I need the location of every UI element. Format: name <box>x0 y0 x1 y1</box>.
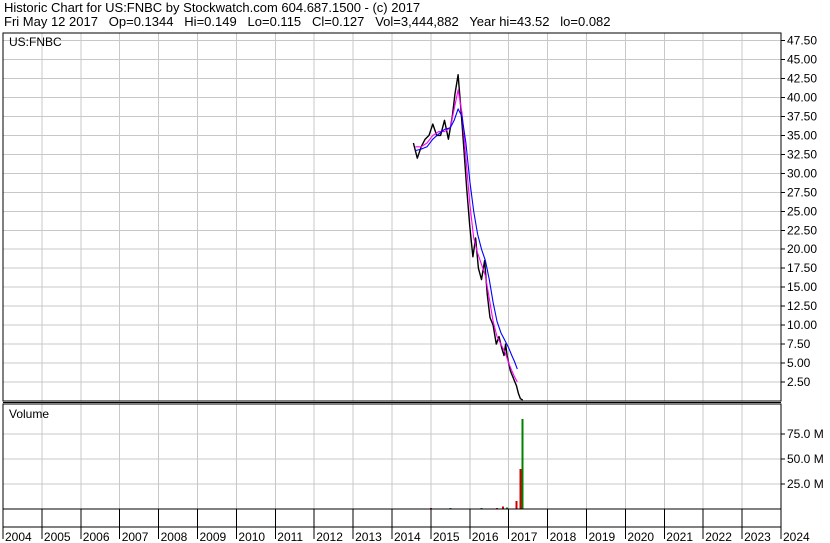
year-tick-label: 2023 <box>744 530 771 543</box>
year-tick-label: 2010 <box>238 530 265 543</box>
year-tick-label: 2008 <box>161 530 188 543</box>
year-tick-label: 2005 <box>44 530 71 543</box>
year-tick-label: 2014 <box>394 530 421 543</box>
price-tick-label: 30.00 <box>787 166 817 180</box>
year-tick-label: 2011 <box>277 530 303 543</box>
year-tick-label: 2012 <box>316 530 343 543</box>
price-tick-label: 27.50 <box>787 185 817 199</box>
price-tick-label: 15.00 <box>787 280 817 294</box>
year-tick-label: 2013 <box>355 530 382 543</box>
year-tick-label: 2018 <box>550 530 577 543</box>
volume-label: Volume <box>9 407 49 421</box>
price-line <box>412 73 524 401</box>
price-tick-label: 7.50 <box>787 337 811 351</box>
symbol-label: US:FNBC <box>9 35 62 49</box>
year-tick-label: 2004 <box>5 530 32 543</box>
volume-tick-label: 75.0 M <box>787 427 824 441</box>
price-tick-label: 20.00 <box>787 242 817 256</box>
price-tick-label: 42.50 <box>787 72 817 86</box>
year-tick-label: 2024 <box>783 530 810 543</box>
price-axis: 47.50 45.00 42.50 40.00 37.50 35.00 32.50 30.00… <box>781 34 817 389</box>
price-tick-label: 47.50 <box>787 34 817 48</box>
price-tick-label: 25.00 <box>787 204 817 218</box>
price-tick-label: 35.00 <box>787 128 817 142</box>
year-tick-label: 2020 <box>627 530 654 543</box>
year-tick-label: 2017 <box>511 530 538 543</box>
price-tick-label: 40.00 <box>787 90 817 104</box>
year-tick-label: 2016 <box>472 530 499 543</box>
year-tick-label: 2019 <box>589 530 616 543</box>
year-tick-label: 2009 <box>200 530 227 543</box>
year-tick-label: 2021 <box>666 530 693 543</box>
price-grid <box>2 33 782 401</box>
year-tick-label: 2015 <box>433 530 460 543</box>
price-tick-label: 12.50 <box>787 299 817 313</box>
price-tick-label: 5.00 <box>787 356 811 370</box>
price-tick-label: 32.50 <box>787 147 817 161</box>
volume-axis: 75.0 M 50.0 M 25.0 M <box>781 427 824 491</box>
volume-grid <box>2 404 782 509</box>
historic-chart: 47.50 45.00 42.50 40.00 37.50 35.00 32.50 30.00… <box>2 32 824 543</box>
price-tick-label: 2.50 <box>787 375 811 389</box>
year-tick-label: 2006 <box>83 530 110 543</box>
price-tick-label: 45.00 <box>787 53 817 67</box>
year-tick-label: 2022 <box>705 530 732 543</box>
volume-tick-label: 50.0 M <box>787 452 824 466</box>
price-tick-label: 10.00 <box>787 318 817 332</box>
volume-bars <box>414 419 524 509</box>
price-series <box>412 73 524 401</box>
year-axis: 2004 2005 2006 2007 2008 2009 2010 2011 2012 2013… <box>2 509 810 543</box>
price-tick-label: 17.50 <box>787 261 817 275</box>
price-tick-label: 22.50 <box>787 223 817 237</box>
year-tick-label: 2007 <box>122 530 149 543</box>
price-tick-label: 37.50 <box>787 109 817 123</box>
volume-tick-label: 25.0 M <box>787 477 824 491</box>
